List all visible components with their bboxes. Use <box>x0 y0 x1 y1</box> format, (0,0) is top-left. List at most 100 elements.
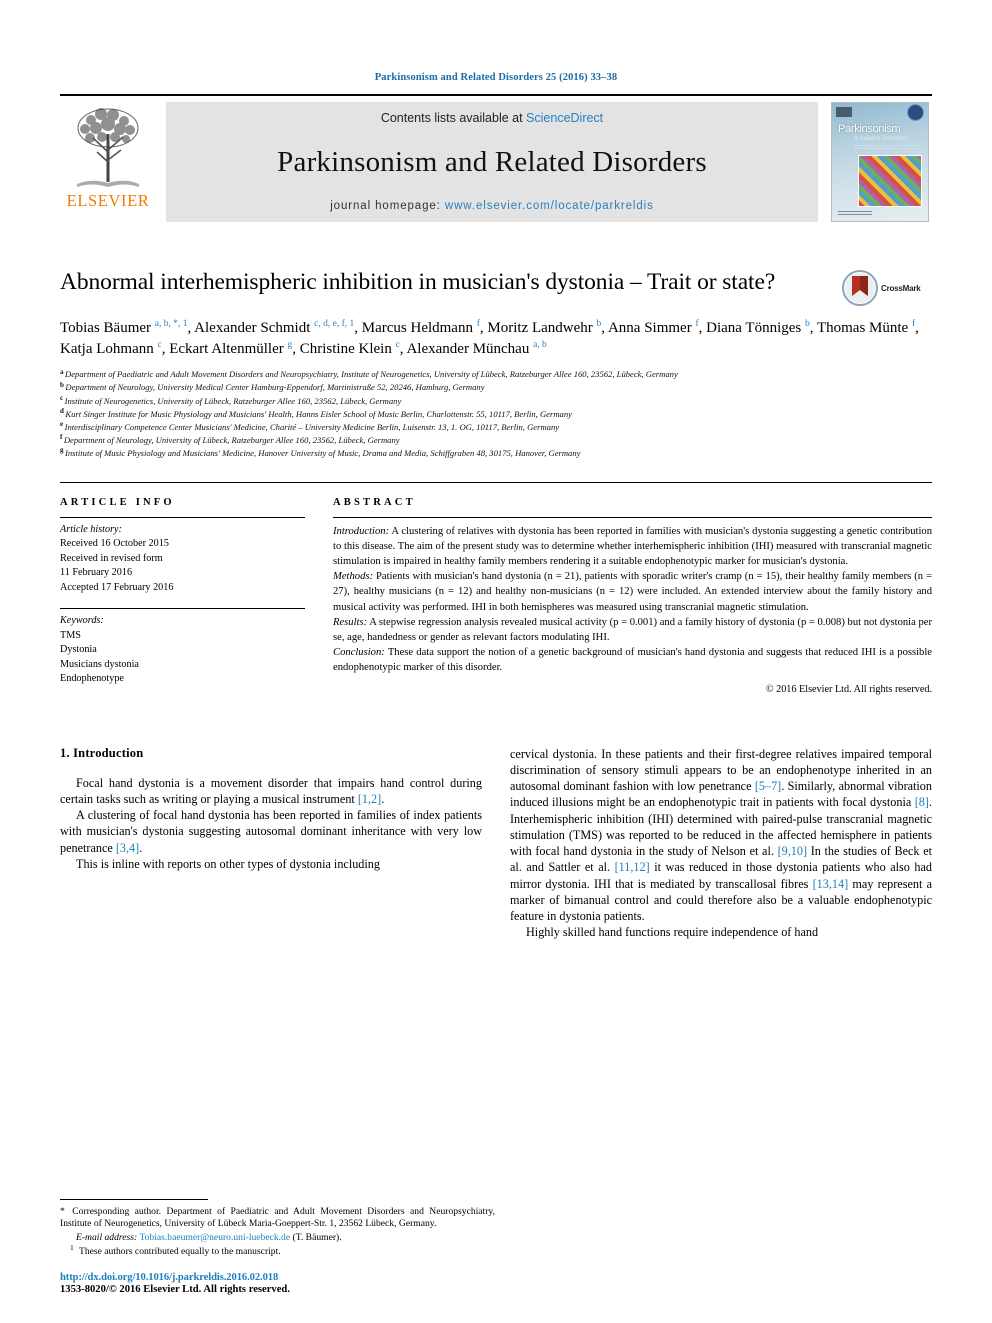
affiliation-item: b Department of Neurology, University Med… <box>60 381 932 394</box>
abstract-section: Introduction: A clustering of relatives … <box>333 524 932 569</box>
info-abstract-block: ARTICLE INFO Article history: Received 1… <box>60 481 932 698</box>
author-list: Tobias Bäumer a, b, *, 1, Alexander Schm… <box>60 319 919 357</box>
history-line: Received 16 October 2015 <box>60 538 169 550</box>
article-history: Article history: Received 16 October 201… <box>60 518 305 595</box>
paper-page: Parkinsonism and Related Disorders 25 (2… <box>0 0 992 1323</box>
crossmark-icon <box>842 270 878 306</box>
contents-prefix: Contents lists available at <box>380 111 527 125</box>
affiliation-marker: g <box>60 445 64 454</box>
affiliation-list: a Department of Paediatric and Adult Move… <box>60 368 932 459</box>
affiliation-item: f Department of Neurology, University of … <box>60 432 932 447</box>
equal-contribution-text: These authors contributed equally to the… <box>78 1246 281 1258</box>
corresponding-author-note: * Corresponding author. Department of Pa… <box>60 1206 495 1232</box>
affiliation-text: Interdisciplinary Competence Center Musi… <box>64 421 560 432</box>
abstract-section-label: Introduction: <box>333 525 390 537</box>
contents-lists-line: Contents lists available at ScienceDirec… <box>381 111 603 125</box>
keywords-label: Keywords: <box>60 615 104 627</box>
affiliation-marker: f <box>60 432 63 441</box>
body-columns: 1. Introduction Focal hand dystonia is a… <box>60 746 932 941</box>
affiliation-text: Kurt Singer Institute for Music Physiolo… <box>65 408 572 419</box>
affiliation-item: d Kurt Singer Institute for Music Physiol… <box>60 406 932 421</box>
body-paragraph: A clustering of focal hand dystonia has … <box>60 808 482 855</box>
article-info-heading: ARTICLE INFO <box>60 496 175 508</box>
affiliation-marker: e <box>60 419 64 428</box>
footnote-block: * Corresponding author. Department of Pa… <box>60 1198 495 1260</box>
footnote-divider <box>60 1198 208 1200</box>
history-line: 11 February 2016 <box>60 567 133 579</box>
affiliation-text: Institute of Neurogenetics, University o… <box>64 395 402 406</box>
abstract-column: ABSTRACT Introduction: A clustering of r… <box>333 497 932 698</box>
keyword-item: TMS <box>60 629 81 641</box>
history-line: Received in revised form <box>60 552 163 564</box>
affiliation-text: Department of Neurology, University of L… <box>63 434 400 445</box>
abstract-section: Conclusion: These data support the notio… <box>333 645 932 675</box>
cover-text-lines <box>854 145 918 150</box>
abstract-copyright: © 2016 Elsevier Ltd. All rights reserved… <box>765 684 932 696</box>
abstract-section-label: Conclusion: <box>333 646 385 658</box>
history-line: Accepted 17 February 2016 <box>60 581 174 593</box>
affiliation-marker: d <box>60 406 64 415</box>
title-row: Abnormal interhemispheric inhibition in … <box>60 268 932 306</box>
affiliation-marker: c <box>60 393 64 402</box>
cover-top-row <box>836 103 924 121</box>
keyword-item: Musicians dystonia <box>60 658 139 670</box>
page-title: Abnormal interhemispheric inhibition in … <box>60 269 776 295</box>
sciencedirect-link[interactable]: ScienceDirect <box>526 111 603 125</box>
homepage-label: journal homepage: <box>330 200 445 212</box>
abstract-heading: ABSTRACT <box>333 496 416 508</box>
crossmark-label: CrossMark <box>881 283 921 293</box>
body-column-left: 1. Introduction Focal hand dystonia is a… <box>60 746 482 941</box>
affiliation-item: c Institute of Neurogenetics, University … <box>60 393 932 408</box>
issn-copyright-line: 1353-8020/© 2016 Elsevier Ltd. All right… <box>60 1284 290 1295</box>
doi-link[interactable]: http://dx.doi.org/10.1016/j.parkreldis.2… <box>60 1272 540 1283</box>
affiliation-item: e Interdisciplinary Competence Center Mus… <box>60 419 932 434</box>
body-paragraph: cervical dystonia. In these patients and… <box>510 746 932 923</box>
abstract-body: Introduction: A clustering of relatives … <box>333 518 932 698</box>
corresponding-author-text: Corresponding author. Department of Paed… <box>60 1205 495 1230</box>
affiliation-marker: a <box>60 367 64 376</box>
affiliation-item: g Institute of Music Physiology and Music… <box>60 445 932 460</box>
keyword-item: Dystonia <box>60 644 97 656</box>
body-column-right: cervical dystonia. In these patients and… <box>510 746 932 941</box>
elsevier-wordmark: ELSEVIER <box>66 191 150 210</box>
cover-title: Parkinsonism <box>838 123 901 135</box>
email-note: E-mail address: Tobias.baeumer@neuro.uni… <box>60 1232 495 1245</box>
cover-artwork <box>858 155 922 207</box>
abstract-section: Methods: Patients with musician's hand d… <box>333 569 932 614</box>
body-paragraph: This is inline with reports on other typ… <box>76 856 380 871</box>
abstract-section-text: A clustering of relatives with dystonia … <box>333 525 932 568</box>
journal-cover-thumbnail: Parkinsonism & Related Disorders <box>831 102 929 222</box>
elsevier-logo: ELSEVIER <box>60 102 156 222</box>
equal-contribution-note: 1 These authors contributed equally to t… <box>60 1244 495 1259</box>
footer-block: http://dx.doi.org/10.1016/j.parkreldis.2… <box>60 1272 540 1295</box>
abstract-section-text: Patients with musician's hand dystonia (… <box>333 571 932 613</box>
abstract-section-text: These data support the notion of a genet… <box>333 646 932 674</box>
running-head: Parkinsonism and Related Disorders 25 (2… <box>374 72 618 83</box>
affiliation-marker: b <box>60 380 64 389</box>
article-info-column: ARTICLE INFO Article history: Received 1… <box>60 497 305 698</box>
journal-band: Contents lists available at ScienceDirec… <box>166 102 818 222</box>
keywords-block: Keywords: TMS Dystonia Musicians dystoni… <box>60 609 305 686</box>
elsevier-tree-icon <box>77 108 139 187</box>
homepage-url-link[interactable]: www.elsevier.com/locate/parkreldis <box>445 200 654 212</box>
email-link[interactable]: Tobias.baeumer@neuro.uni-luebeck.de <box>139 1232 290 1243</box>
journal-homepage-line: journal homepage: www.elsevier.com/locat… <box>330 200 654 212</box>
section-heading-introduction: 1. Introduction <box>60 745 144 760</box>
affiliation-item: a Department of Paediatric and Adult Move… <box>60 368 932 381</box>
affiliation-text: Department of Paediatric and Adult Movem… <box>65 369 678 380</box>
cover-subtitle: & Related Disorders <box>854 136 908 142</box>
journal-title: Parkinsonism and Related Disorders <box>277 146 707 178</box>
body-paragraph: Highly skilled hand functions require in… <box>526 925 819 940</box>
corresponding-author-marker: * <box>60 1205 65 1217</box>
body-paragraph: Focal hand dystonia is a movement disord… <box>60 775 482 807</box>
cover-society-badge-icon <box>907 103 924 121</box>
journal-cover-block: Parkinsonism & Related Disorders <box>828 102 932 222</box>
article-history-label: Article history: <box>60 523 122 535</box>
abstract-section: Results: A stepwise regression analysis … <box>333 615 932 645</box>
journal-masthead: ELSEVIER Contents lists available at Sci… <box>60 94 932 222</box>
abstract-section-label: Results: <box>333 616 368 628</box>
email-label: E-mail address: <box>76 1232 138 1244</box>
crossmark-badge[interactable]: CrossMark <box>842 268 932 306</box>
cover-footer-lines <box>838 211 872 217</box>
